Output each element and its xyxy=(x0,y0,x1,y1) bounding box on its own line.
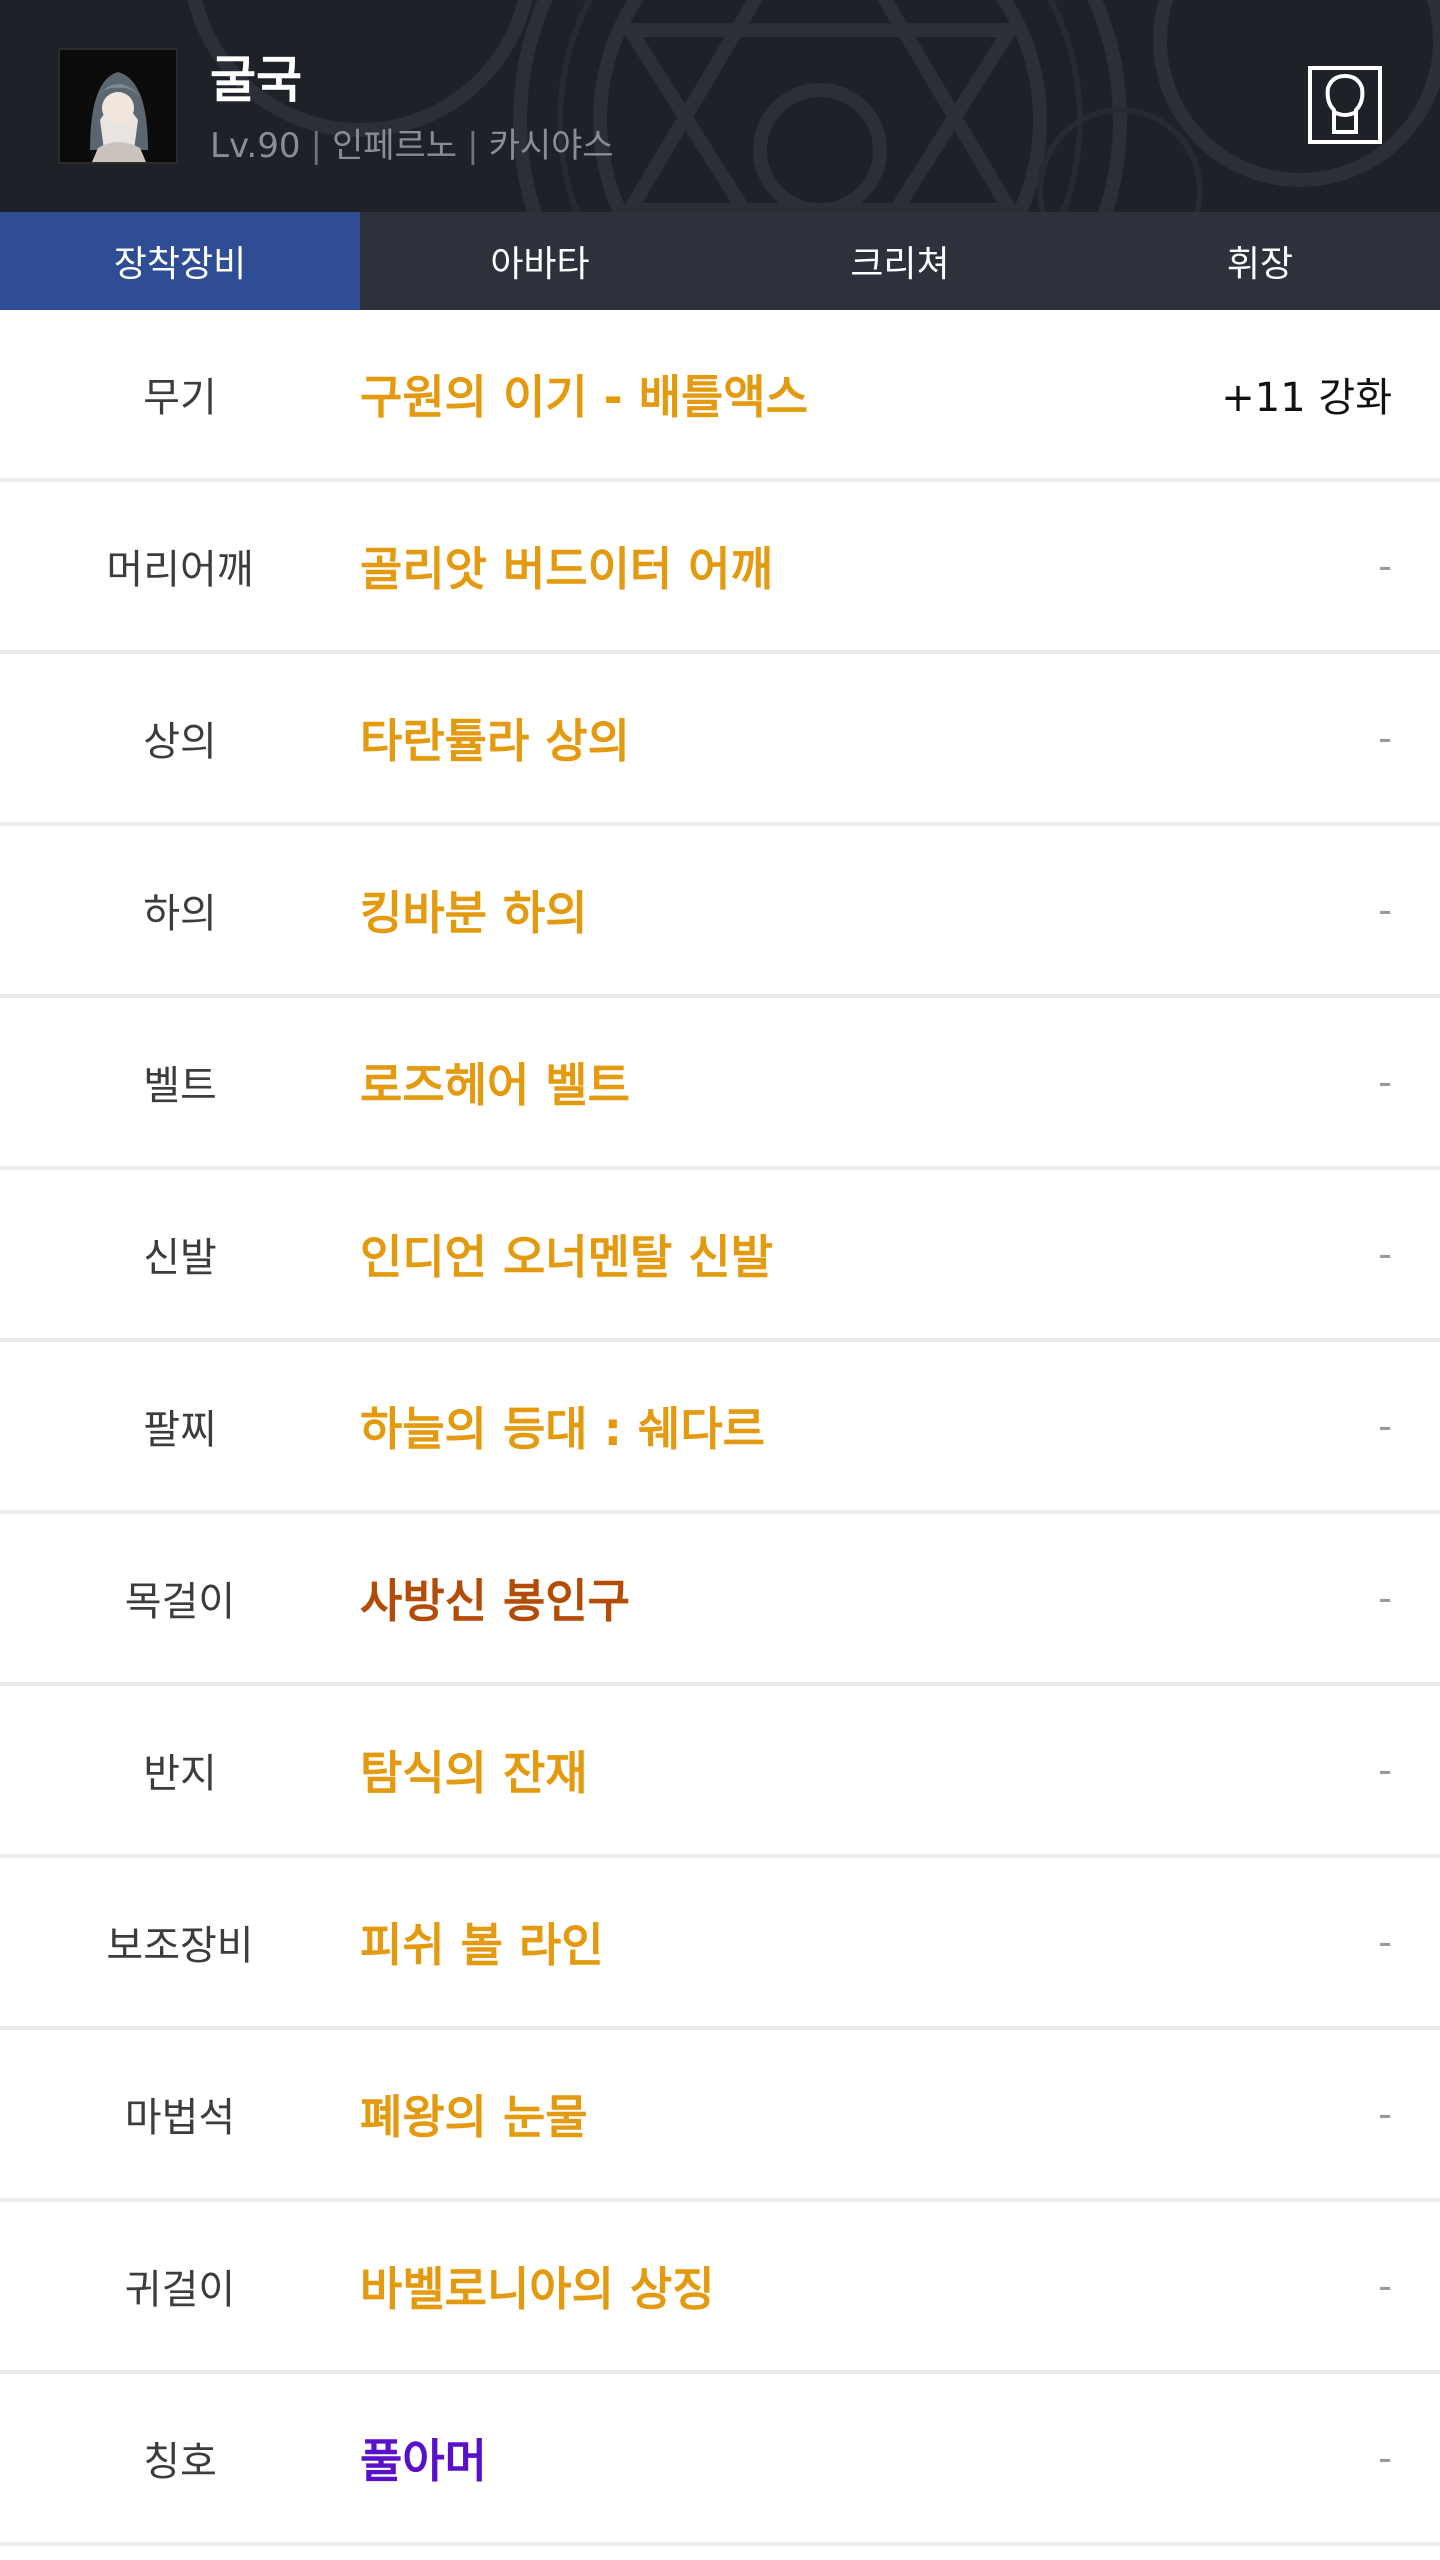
tab-emblem[interactable]: 휘장 xyxy=(1080,212,1440,310)
equipment-row-magicstone: 마법석 폐왕의 눈물 - xyxy=(0,2030,1440,2202)
character-portrait-icon xyxy=(60,50,176,162)
profile-button[interactable] xyxy=(1308,66,1382,144)
equipment-row-shoes: 신발 인디언 오너멘탈 신발 - xyxy=(0,1170,1440,1342)
equipment-row-belt: 벨트 로즈헤어 벨트 - xyxy=(0,998,1440,1170)
enhancement-value: - xyxy=(1378,1232,1392,1276)
enhancement-value: - xyxy=(1378,1060,1392,1104)
enhancement-value: - xyxy=(1378,2436,1392,2480)
item-name[interactable]: 사방신 봉인구 xyxy=(360,1514,630,1682)
slot-label: 머리어깨 xyxy=(106,547,254,593)
slot-label: 목걸이 xyxy=(124,1579,236,1625)
separator: | xyxy=(310,126,322,166)
enhancement-value: - xyxy=(1378,1920,1392,1964)
enhancement-value: - xyxy=(1378,716,1392,760)
slot-label: 상의 xyxy=(143,719,217,765)
enhancement-value: +11 강화 xyxy=(1221,375,1392,421)
enhancement-value: - xyxy=(1378,544,1392,588)
item-name[interactable]: 바벨로니아의 상징 xyxy=(360,2202,715,2370)
slot-label: 벨트 xyxy=(143,1063,217,1109)
item-name[interactable]: 타란튤라 상의 xyxy=(360,654,630,822)
equipment-row-sub: 보조장비 피쉬 볼 라인 - xyxy=(0,1858,1440,2030)
user-profile-icon xyxy=(1325,73,1365,134)
item-name[interactable]: 탐식의 잔재 xyxy=(360,1686,588,1854)
enhancement-value: - xyxy=(1378,2264,1392,2308)
character-level: Lv.90 xyxy=(210,126,301,166)
character-name: 굴국 xyxy=(210,51,302,109)
character-header: 굴국 Lv.90 | 인페르노 | 카시야스 xyxy=(0,0,1440,212)
item-name[interactable]: 폐왕의 눈물 xyxy=(360,2030,588,2198)
character-server: 카시야스 xyxy=(488,126,614,166)
character-avatar xyxy=(58,48,178,164)
enhancement-value: - xyxy=(1378,888,1392,932)
equipment-row-earring: 귀걸이 바벨로니아의 상징 - xyxy=(0,2202,1440,2374)
equipment-row-ring: 반지 탐식의 잔재 - xyxy=(0,1686,1440,1858)
equipment-row-shoulder: 머리어깨 골리앗 버드이터 어깨 - xyxy=(0,482,1440,654)
tab-creature[interactable]: 크리쳐 xyxy=(720,212,1080,310)
character-job: 인페르노 xyxy=(331,126,458,166)
slot-label: 무기 xyxy=(143,375,217,421)
equipment-row-top: 상의 타란튤라 상의 - xyxy=(0,654,1440,826)
item-name[interactable]: 로즈헤어 벨트 xyxy=(360,998,630,1166)
slot-label: 마법석 xyxy=(124,2095,236,2141)
slot-label: 반지 xyxy=(143,1751,217,1797)
enhancement-value: - xyxy=(1378,1748,1392,1792)
character-info: Lv.90 | 인페르노 | 카시야스 xyxy=(210,118,614,167)
item-name[interactable]: 킹바분 하의 xyxy=(360,826,588,994)
enhancement-value: - xyxy=(1378,2092,1392,2136)
enhancement-value: - xyxy=(1378,1404,1392,1448)
item-name[interactable]: 피쉬 볼 라인 xyxy=(360,1858,604,2026)
slot-label: 보조장비 xyxy=(106,1923,254,1969)
slot-label: 칭호 xyxy=(143,2439,217,2485)
item-name[interactable]: 골리앗 버드이터 어깨 xyxy=(360,482,773,650)
tab-equipment[interactable]: 장착장비 xyxy=(0,212,360,310)
equipment-row-weapon: 무기 구원의 이기 - 배틀액스 +11 강화 xyxy=(0,310,1440,482)
enhancement-value: - xyxy=(1378,1576,1392,1620)
slot-label: 신발 xyxy=(143,1235,217,1281)
separator: | xyxy=(467,126,479,166)
equipment-row-necklace: 목걸이 사방신 봉인구 - xyxy=(0,1514,1440,1686)
slot-label: 귀걸이 xyxy=(124,2267,236,2313)
equipment-row-title: 칭호 풀아머 - xyxy=(0,2374,1440,2546)
item-name[interactable]: 하늘의 등대 : 쉐다르 xyxy=(360,1342,765,1510)
item-name[interactable]: 인디언 오너멘탈 신발 xyxy=(360,1170,773,1338)
item-name[interactable]: 풀아머 xyxy=(360,2374,487,2542)
equipment-row-bottom: 하의 킹바분 하의 - xyxy=(0,826,1440,998)
equipment-list: 무기 구원의 이기 - 배틀액스 +11 강화 머리어깨 골리앗 버드이터 어깨… xyxy=(0,310,1440,2546)
item-name[interactable]: 구원의 이기 - 배틀액스 xyxy=(360,310,808,478)
slot-label: 팔찌 xyxy=(143,1407,217,1453)
slot-label: 하의 xyxy=(143,891,217,937)
equipment-row-bracelet: 팔찌 하늘의 등대 : 쉐다르 - xyxy=(0,1342,1440,1514)
tab-bar: 장착장비 아바타 크리쳐 휘장 xyxy=(0,212,1440,310)
tab-avatar[interactable]: 아바타 xyxy=(360,212,720,310)
